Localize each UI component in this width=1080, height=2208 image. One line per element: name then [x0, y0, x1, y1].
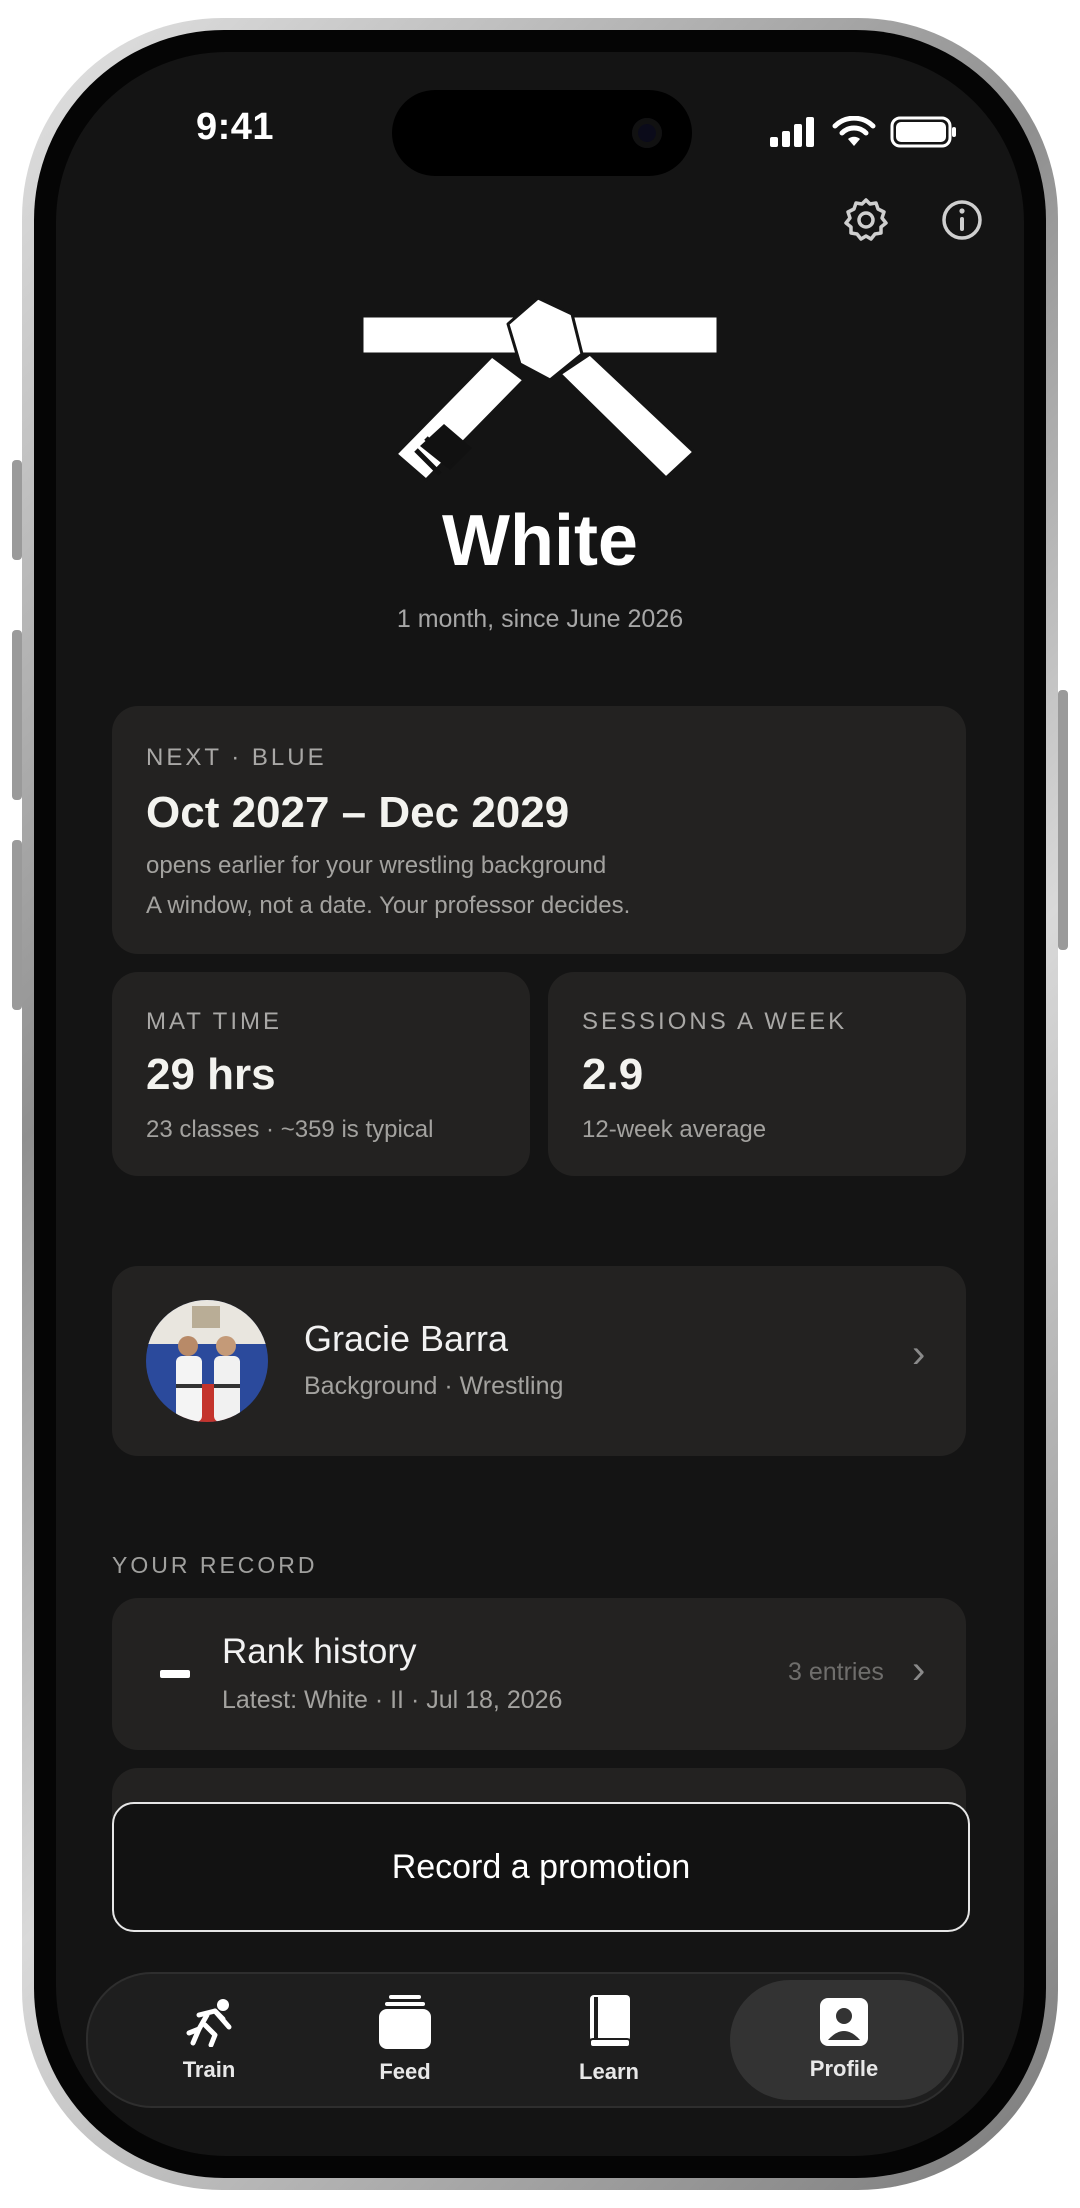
gym-detail: Background · Wrestling [304, 1372, 564, 1400]
sessions-value: 2.9 [582, 1050, 644, 1099]
rank-tenure: 1 month, since June 2026 [396, 605, 684, 633]
tab-profile[interactable]: Profile [730, 1980, 958, 2100]
rank-history-count: 3 entries [788, 1658, 884, 1686]
sessions-card: SESSIONS A WEEK 2.9 12-week average [548, 972, 966, 1176]
gym-name: Gracie Barra [304, 1318, 509, 1359]
chevron-right-icon: › [912, 1648, 926, 1692]
rank-history-row[interactable]: Rank history Latest: White · II · Jul 18… [112, 1598, 966, 1750]
next-rank-card[interactable]: NEXT · BLUE Oct 2027 – Dec 2029 opens ea… [112, 706, 966, 954]
stack-icon [379, 1995, 431, 2049]
chevron-right-icon: › [912, 1332, 926, 1376]
white-belt-swatch-icon [160, 1670, 190, 1678]
mat-time-card: MAT TIME 29 hrs 23 classes · ~359 is typ… [112, 972, 530, 1176]
profile-card-icon [820, 1998, 868, 2046]
next-rank-window: Oct 2027 – Dec 2029 [146, 788, 570, 837]
tab-feed[interactable]: Feed [324, 1974, 486, 2106]
phone-action-button [12, 460, 22, 560]
gym-avatar [146, 1300, 268, 1422]
record-promotion-button[interactable]: Record a promotion [112, 1802, 970, 1932]
phone-volume-down-button [12, 840, 22, 1010]
info-icon[interactable] [936, 194, 988, 246]
book-icon [589, 1995, 631, 2048]
settings-gear-icon[interactable] [840, 194, 892, 246]
tab-train[interactable]: Train [128, 1974, 290, 2106]
front-camera [632, 118, 662, 148]
wifi-icon [832, 116, 876, 146]
phone-volume-up-button [12, 630, 22, 800]
signal-icon [770, 117, 814, 147]
app-screen: 9:41 White 1 month, since June 2026 NEXT… [56, 52, 1024, 2156]
mat-time-label: MAT TIME [146, 1008, 283, 1035]
status-icons [770, 116, 958, 148]
rank-history-latest: Latest: White · II · Jul 18, 2026 [222, 1686, 563, 1714]
next-rank-note: opens earlier for your wrestling backgro… [146, 852, 607, 879]
white-belt-icon [360, 284, 720, 504]
status-time: 9:41 [196, 106, 275, 148]
tab-train-label: Train [182, 2057, 236, 2082]
tab-bar: Train Feed Learn Profile [86, 1972, 964, 2108]
phone-power-button [1058, 690, 1068, 950]
sessions-sub: 12-week average [582, 1116, 767, 1143]
rank-title: White [442, 501, 638, 581]
tab-learn[interactable]: Learn [528, 1974, 690, 2106]
mat-time-value: 29 hrs [146, 1050, 276, 1099]
dynamic-island [392, 90, 692, 176]
rank-history-title: Rank history [222, 1632, 417, 1671]
sessions-label: SESSIONS A WEEK [582, 1008, 848, 1035]
record-section-label: YOUR RECORD [112, 1552, 318, 1578]
next-rank-disclaimer: A window, not a date. Your professor dec… [146, 892, 631, 919]
gym-card[interactable]: Gracie Barra Background · Wrestling › [112, 1266, 966, 1456]
mat-time-sub: 23 classes · ~359 is typical [146, 1116, 434, 1143]
next-rank-label: NEXT · BLUE [146, 744, 327, 771]
wrestler-icon [186, 1999, 232, 2047]
tab-profile-label: Profile [809, 2056, 879, 2081]
tab-feed-label: Feed [379, 2059, 431, 2084]
battery-icon [890, 116, 956, 148]
tab-learn-label: Learn [579, 2059, 639, 2084]
